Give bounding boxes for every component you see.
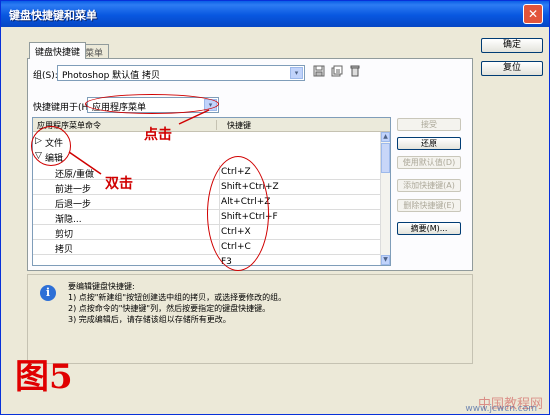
annotation-double-click: 双击	[105, 176, 133, 192]
command-name: 渐隐...	[55, 215, 82, 225]
scroll-down-icon[interactable]: ▼	[381, 255, 390, 265]
save-icon[interactable]	[313, 65, 325, 77]
summarize-button[interactable]: 摘要(M)...	[397, 222, 461, 235]
tab-keyboard-shortcuts[interactable]: 键盘快捷键	[29, 42, 87, 59]
save-as-icon[interactable]	[331, 65, 343, 77]
table-row[interactable]: 拷贝 Ctrl+C	[33, 240, 381, 255]
table-scrollbar[interactable]: ▲ ▼	[380, 132, 390, 265]
watermark-url: www.jcwcn.com	[465, 404, 537, 414]
set-select[interactable]: Photoshop 默认值 拷贝 ▾	[57, 65, 305, 81]
undo-button[interactable]: 还原	[397, 137, 461, 150]
figure-label: 图5	[15, 357, 73, 397]
help-heading: 要编辑键盘快捷键:	[68, 282, 135, 291]
help-panel: i 要编辑键盘快捷键: 1) 点按"新建组"按钮创建选中组的拷贝，或选择要修改的…	[27, 274, 473, 364]
chevron-down-icon: ▾	[290, 67, 303, 79]
set-value: Photoshop 默认值 拷贝	[62, 71, 161, 81]
set-label: 组(S):	[33, 71, 58, 81]
column-shortcut: 快捷键	[227, 121, 251, 130]
accept-button[interactable]: 接受	[397, 118, 461, 131]
delete-icon[interactable]	[349, 65, 361, 77]
reset-button[interactable]: 复位	[481, 61, 543, 76]
help-line: 3) 完成编辑后，请存储该组以存储所有更改。	[68, 315, 231, 324]
add-shortcut-button[interactable]: 添加快捷键(A)	[397, 179, 461, 192]
close-button[interactable]: ✕	[523, 4, 543, 24]
command-name: 剪切	[55, 230, 74, 240]
command-name: 拷贝	[55, 245, 74, 255]
ok-button[interactable]: 确定	[481, 38, 543, 53]
help-line: 2) 点按命令的"快捷键"列，然后按要指定的键盘快捷键。	[68, 304, 271, 313]
annotation-arrows	[68, 109, 210, 175]
delete-shortcut-button[interactable]: 删除快捷键(E)	[397, 199, 461, 212]
title-bar: 键盘快捷键和菜单 ✕	[1, 1, 549, 27]
use-default-button[interactable]: 使用默认值(D)	[397, 156, 461, 169]
table-row[interactable]: F3	[33, 255, 381, 265]
scroll-up-icon[interactable]: ▲	[381, 132, 390, 142]
info-icon: i	[40, 285, 56, 301]
scroll-thumb[interactable]	[381, 143, 390, 173]
keyboard-shortcuts-dialog: 键盘快捷键和菜单 ✕ 键盘快捷键 菜单 组(S): Photoshop 默认值 …	[0, 0, 550, 415]
window-title: 键盘快捷键和菜单	[9, 9, 97, 22]
help-line: 1) 点按"新建组"按钮创建选中组的拷贝，或选择要修改的组。	[68, 293, 287, 302]
annotation-click: 点击	[144, 127, 172, 143]
